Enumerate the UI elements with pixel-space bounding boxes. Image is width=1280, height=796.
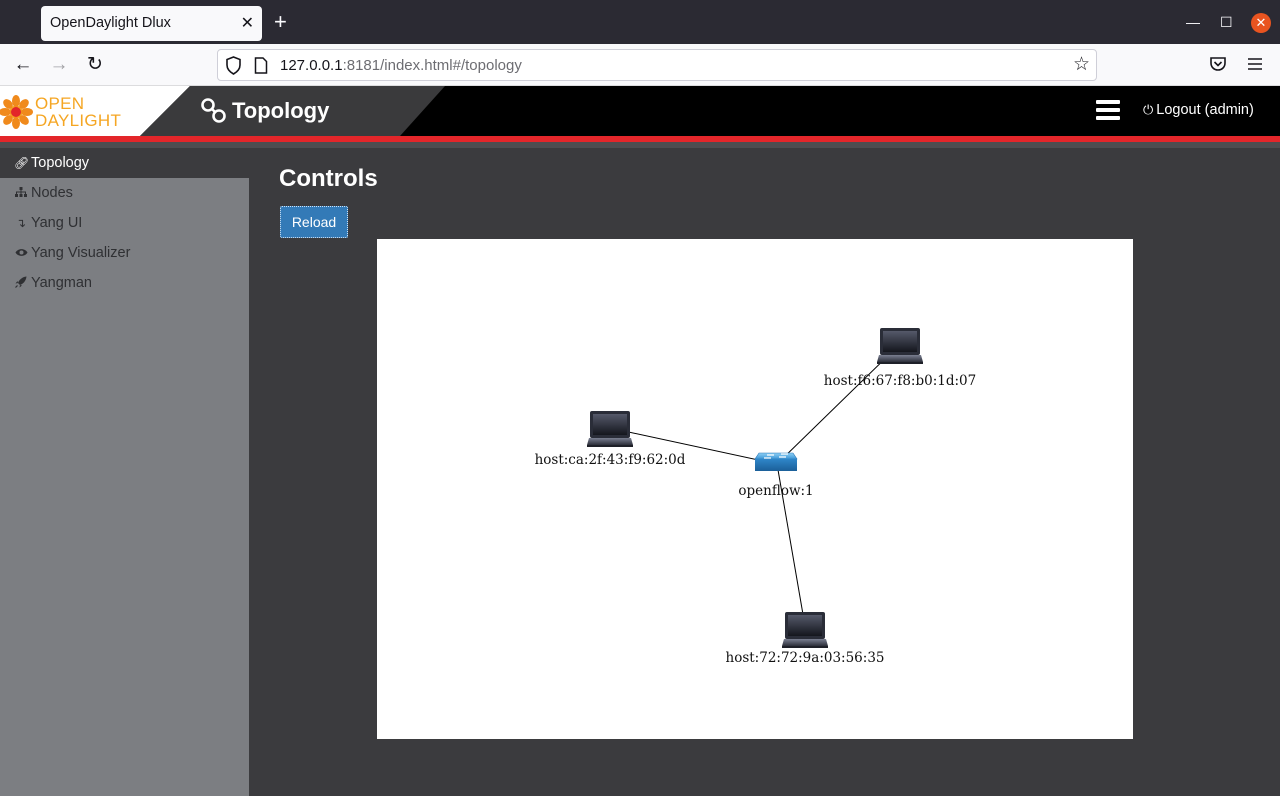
sidebar-item-topology[interactable]: 🔗︎ Topology xyxy=(0,148,249,178)
sidebar-item-label: Topology xyxy=(31,155,90,171)
sidebar-item-label: Yang UI xyxy=(31,215,83,231)
topology-canvas[interactable]: host:f6:67:f8:b0:1d:07 host:ca:2f:43:f9:… xyxy=(377,239,1133,739)
app-header: OPEN DAYLIGHT Topology ⏻ Logout (admin) xyxy=(0,86,1280,136)
sidebar-item-label: Yang Visualizer xyxy=(31,245,131,261)
main-content: Controls Reload host:f6:67:f8:b0:1d:07 h… xyxy=(249,148,1280,796)
sidebar-item-label: Nodes xyxy=(31,185,73,201)
node-label: host:ca:2f:43:f9:62:0d xyxy=(535,452,686,468)
window-maximize-button[interactable]: ☐ xyxy=(1220,12,1233,32)
eye-icon xyxy=(14,238,28,268)
node-label: host:72:72:9a:03:56:35 xyxy=(726,650,885,666)
url-text[interactable]: 127.0.0.1:8181/index.html#/topology xyxy=(280,57,522,74)
window-close-button[interactable]: ✕ xyxy=(1251,13,1271,33)
hamburger-menu-icon[interactable] xyxy=(1096,100,1120,122)
new-tab-button[interactable]: + xyxy=(274,10,287,34)
level-down-icon: ↴ xyxy=(15,216,27,230)
logout-button[interactable]: ⏻ Logout (admin) xyxy=(1143,101,1254,119)
laptop-icon xyxy=(587,411,633,447)
rocket-icon xyxy=(14,268,28,298)
node-label: host:f6:67:f8:b0:1d:07 xyxy=(824,373,976,389)
bookmark-star-icon[interactable]: ☆ xyxy=(1073,55,1090,75)
topology-link-icon xyxy=(201,98,226,123)
logo-text-open: OPEN xyxy=(35,94,85,113)
link-icon: 🔗︎ xyxy=(14,156,30,170)
browser-menu-icon[interactable] xyxy=(1245,54,1265,74)
node-host[interactable]: host:f6:67:f8:b0:1d:07 xyxy=(824,328,976,389)
url-path: :8181/index.html#/topology xyxy=(342,57,522,74)
power-icon: ⏻ xyxy=(1143,102,1154,117)
forward-arrow-icon[interactable]: → xyxy=(47,53,71,77)
topology-graph[interactable]: host:f6:67:f8:b0:1d:07 host:ca:2f:43:f9:… xyxy=(377,239,1133,739)
node-switch[interactable]: openflow:1 xyxy=(738,452,814,499)
shield-icon[interactable] xyxy=(225,56,242,75)
sidebar-item-label: Yangman xyxy=(31,275,92,291)
url-host: 127.0.0.1 xyxy=(280,57,343,74)
sidebar-item-yang-ui[interactable]: ↴ Yang UI xyxy=(0,208,249,238)
logout-label: Logout (admin) xyxy=(1156,102,1254,118)
pocket-icon[interactable] xyxy=(1208,54,1228,74)
laptop-icon xyxy=(877,328,923,364)
reload-button[interactable]: Reload xyxy=(280,206,348,238)
page-title: Topology xyxy=(232,98,330,123)
tab-close-icon[interactable]: ✕ xyxy=(241,13,254,33)
browser-tab[interactable]: OpenDaylight Dlux ✕ xyxy=(41,6,262,41)
address-bar[interactable]: 127.0.0.1:8181/index.html#/topology ☆ xyxy=(217,49,1097,81)
sidebar-item-yang-visualizer[interactable]: Yang Visualizer xyxy=(0,238,249,268)
sidebar-item-yangman[interactable]: Yangman xyxy=(0,268,249,298)
reload-page-icon[interactable]: ↻ xyxy=(83,53,107,77)
node-label: openflow:1 xyxy=(738,483,813,499)
tab-title: OpenDaylight Dlux xyxy=(50,15,171,31)
section-title: Controls xyxy=(279,165,378,192)
link-line xyxy=(776,346,898,465)
browser-navigation-bar: ← → ↻ 127.0.0.1:8181/index.html#/topolog… xyxy=(0,44,1280,86)
sidebar-item-nodes[interactable]: Nodes xyxy=(0,178,249,208)
laptop-icon xyxy=(782,612,828,648)
sidebar: 🔗︎ Topology Nodes ↴ Yang UI Yang Visualize… xyxy=(0,148,249,796)
browser-tab-bar: OpenDaylight Dlux ✕ + — ☐ ✕ xyxy=(0,0,1280,44)
window-minimize-button[interactable]: — xyxy=(1186,12,1200,32)
logo-text-daylight: DAYLIGHT xyxy=(35,111,122,130)
sitemap-icon xyxy=(14,178,28,208)
node-host[interactable]: host:72:72:9a:03:56:35 xyxy=(726,612,885,666)
daylight-flower-icon xyxy=(0,95,33,129)
switch-icon xyxy=(754,452,798,472)
back-arrow-icon[interactable]: ← xyxy=(11,53,35,77)
page-info-icon[interactable] xyxy=(254,57,268,74)
